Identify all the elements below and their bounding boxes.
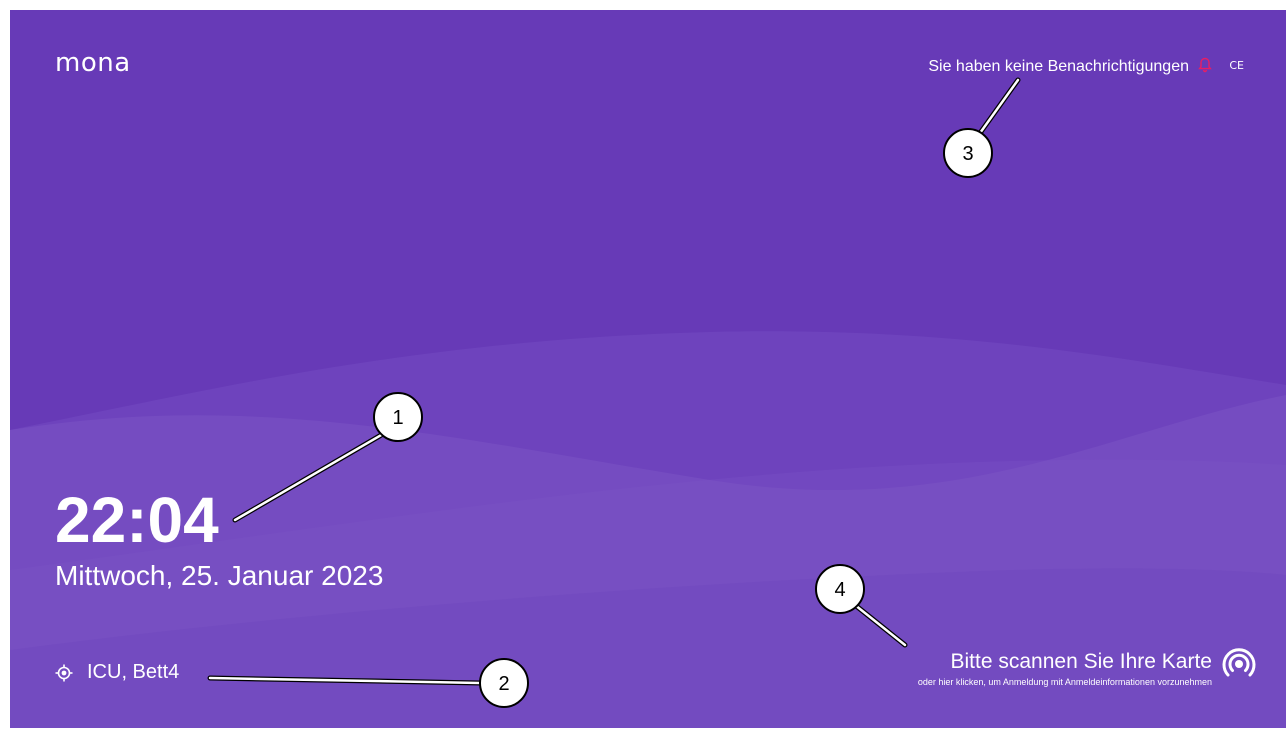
app-logo: mona (55, 48, 131, 78)
location-indicator: ICU, Bett4 (55, 661, 179, 684)
ce-mark: CE (1229, 59, 1244, 72)
credentials-login-link[interactable]: oder hier klicken, um Anmeldung mit Anme… (918, 677, 1212, 687)
background-waves (10, 331, 1286, 728)
lock-screen: mona Sie haben keine Benachrichtigungen … (10, 10, 1286, 728)
scan-card-title[interactable]: Bitte scannen Sie Ihre Karte (918, 650, 1213, 673)
card-login-button[interactable]: Bitte scannen Sie Ihre Karte oder hier k… (918, 647, 1256, 687)
bell-icon[interactable] (1198, 57, 1212, 73)
clock-date: Mittwoch, 25. Januar 2023 (55, 560, 384, 591)
notification-status[interactable]: Sie haben keine Benachrichtigungen (928, 58, 1189, 76)
location-label: ICU, Bett4 (87, 661, 180, 683)
nfc-contactless-icon[interactable] (1222, 647, 1256, 681)
location-target-icon (55, 664, 73, 681)
clock-time: 22:04 (55, 484, 219, 556)
